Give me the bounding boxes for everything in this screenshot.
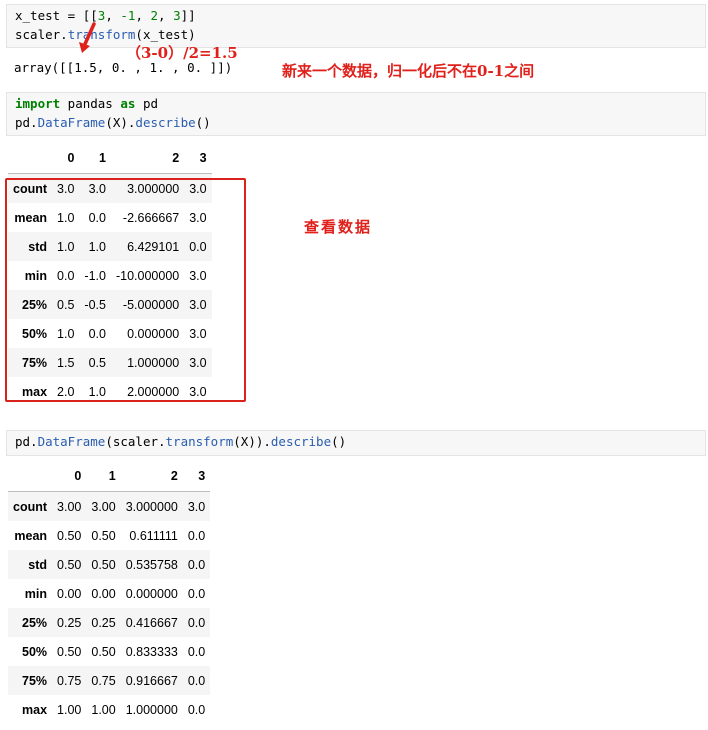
column-header: 2: [120, 461, 183, 492]
code-cell-3[interactable]: pd.DataFrame(scaler.transform(X)).descri…: [6, 430, 706, 456]
row-label: max: [22, 702, 48, 717]
table-cell: 0.50: [91, 528, 116, 543]
table-cell: 1.000000: [125, 702, 178, 717]
code-line: x_test = [[3, -1, 2, 3]]: [15, 8, 196, 23]
table-cell: 0.50: [57, 644, 82, 659]
table-cell: 1.00: [91, 702, 116, 717]
table-cell: 0.25: [57, 615, 82, 630]
table-row: min 0.00 0.00 0.000000 0.0: [8, 579, 210, 608]
table-header-row: 0123: [8, 143, 212, 174]
column-header: [8, 461, 53, 492]
table-cell: 0.0: [187, 528, 206, 543]
code-line: import pandas as pd: [15, 96, 159, 111]
table-cell: 0.25: [91, 615, 116, 630]
table-cell: 0.0: [187, 673, 206, 688]
highlight-box: [5, 178, 246, 402]
table-row: max 1.00 1.00 1.000000 0.0: [8, 695, 210, 724]
as-keyword: as: [120, 96, 136, 111]
column-header: 1: [79, 143, 111, 174]
code-cell-1[interactable]: x_test = [[3, -1, 2, 3]] scaler.transfor…: [6, 4, 706, 48]
table-row: 75% 0.75 0.75 0.916667 0.0: [8, 666, 211, 695]
table-cell: 1.00: [57, 702, 82, 717]
code-line: scaler.transform(x_test): [15, 27, 196, 42]
table-cell: 0.0: [187, 615, 206, 630]
row-label: 25%: [22, 615, 48, 630]
table-row: 50% 0.50 0.50 0.833333 0.0: [8, 637, 210, 666]
table-cell: 0.833333: [125, 644, 178, 659]
column-header: 0: [52, 143, 80, 174]
row-label: min: [24, 586, 48, 601]
table-cell: 0.50: [91, 644, 116, 659]
table-cell: 0.000000: [125, 586, 178, 601]
table-cell: 0.75: [91, 673, 116, 688]
column-header: 1: [86, 461, 121, 492]
table-cell: 0.0: [187, 644, 206, 659]
describe-table-2: 0123 count 3.00 3.00 3.000000 3.0 mean 0.50 0.5…: [8, 461, 211, 724]
column-header: 3: [184, 143, 212, 174]
table-row: 25% 0.25 0.25 0.416667 0.0: [8, 608, 211, 637]
column-header: 3: [182, 461, 211, 492]
row-label: std: [28, 557, 48, 572]
table-row: std 0.50 0.50 0.535758 0.0: [8, 550, 211, 579]
table-header-row: 0123: [8, 461, 211, 492]
table-cell: 0.0: [187, 557, 206, 572]
red-arrow-icon: [79, 22, 96, 53]
table-cell: 0.416667: [125, 615, 178, 630]
table-cell: 0.50: [57, 528, 82, 543]
note-annotation: 新来一个数据，归一化后不在0-1之间: [282, 62, 535, 80]
table-cell: 3.00: [57, 499, 82, 514]
output-1: array([[1.5, 0. , 1. , 0. ]]): [14, 60, 233, 75]
column-header: [8, 143, 53, 174]
table-cell: 0.00: [57, 586, 82, 601]
table-cell: 0.535758: [125, 557, 178, 572]
table-row: count 3.00 3.00 3.000000 3.0: [8, 491, 211, 521]
code-line: pd.DataFrame(scaler.transform(X)).descri…: [15, 434, 347, 449]
column-header: 2: [110, 143, 185, 174]
table-cell: 0.611111: [129, 528, 178, 543]
row-label: 75%: [22, 673, 48, 688]
row-label: mean: [14, 528, 48, 543]
code-cell-2[interactable]: import pandas as pd pd.DataFrame(X).desc…: [6, 92, 706, 136]
table-cell: 0.0: [187, 586, 206, 601]
row-label: count: [13, 499, 48, 514]
table-cell: 0.00: [91, 586, 116, 601]
table-row: mean 0.50 0.50 0.611111 0.0: [8, 521, 210, 550]
table-cell: 3.00: [91, 499, 116, 514]
table-cell: 0.50: [57, 557, 82, 572]
table-cell: 0.916667: [125, 673, 178, 688]
import-keyword: import: [15, 96, 61, 111]
table-cell: 0.0: [187, 702, 206, 717]
table-cell: 3.0: [187, 499, 206, 514]
row-label: 50%: [22, 644, 48, 659]
column-header: 0: [52, 461, 87, 492]
table-cell: 0.50: [91, 557, 116, 572]
view-data-annotation: 查看数据: [304, 218, 373, 236]
table-cell: 0.75: [57, 673, 82, 688]
table-cell: 3.000000: [125, 499, 178, 514]
code-line: pd.DataFrame(X).describe(): [15, 115, 211, 130]
